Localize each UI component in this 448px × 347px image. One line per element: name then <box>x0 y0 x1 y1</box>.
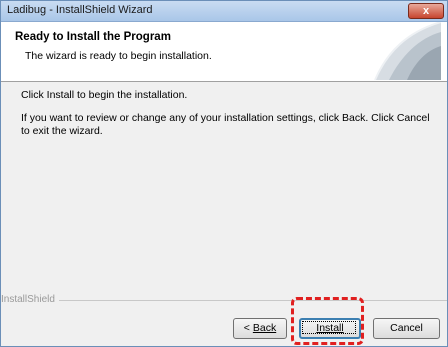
page-title: Ready to Install the Program <box>15 31 171 43</box>
page-subtitle: The wizard is ready to begin installatio… <box>25 50 212 62</box>
back-arrow-icon: < <box>243 322 253 334</box>
close-button[interactable]: x <box>408 3 444 19</box>
settings-note-text: If you want to review or change any of y… <box>21 112 430 137</box>
close-icon: x <box>422 5 430 17</box>
window-title: Ladibug - InstallShield Wizard <box>7 4 153 16</box>
title-bar: Ladibug - InstallShield Wizard x <box>1 1 447 22</box>
install-highlight-annotation <box>291 297 364 345</box>
back-button-label: Back <box>252 322 277 334</box>
installer-window: Ladibug - InstallShield Wizard x Ready t… <box>0 0 448 347</box>
cancel-button[interactable]: Cancel <box>373 318 440 339</box>
cancel-button-label: Cancel <box>390 322 423 334</box>
wizard-header: Ready to Install the Program The wizard … <box>1 22 447 82</box>
installshield-brand: InstallShield <box>1 294 59 305</box>
instruction-text: Click Install to begin the installation. <box>21 89 188 101</box>
back-button[interactable]: < Back <box>233 318 287 339</box>
wizard-banner-icon <box>374 22 441 80</box>
footer-divider <box>1 300 447 301</box>
